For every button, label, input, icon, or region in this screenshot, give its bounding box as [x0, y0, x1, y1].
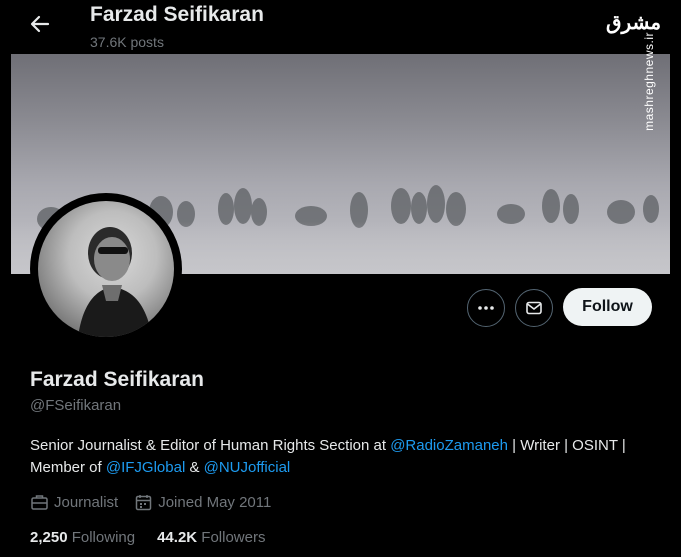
following-link[interactable]: 2,250 Following [30, 529, 135, 546]
more-button[interactable] [467, 289, 505, 327]
follow-stats: 2,250 Following 44.2K Followers [30, 529, 287, 546]
posts-count: 37.6K posts [90, 34, 164, 50]
followers-link[interactable]: 44.2K Followers [157, 529, 265, 546]
follow-button[interactable]: Follow [563, 288, 652, 326]
watermark: مشرق mashreghnews.ir [606, 10, 666, 131]
watermark-logo: مشرق [606, 10, 662, 34]
bio-text: & [185, 459, 204, 476]
display-name: Farzad Seifikaran [30, 368, 204, 391]
profile-meta: Journalist Joined May 2011 [30, 493, 287, 512]
watermark-url: mashreghnews.ir [642, 32, 656, 131]
avatar[interactable] [30, 193, 182, 345]
user-handle: @FSeifikaran [30, 397, 122, 414]
back-button[interactable] [26, 10, 54, 38]
bio-text: Senior Journalist & Editor of Human Righ… [30, 437, 391, 454]
profession-label: Journalist [54, 494, 119, 511]
profile-header: Farzad Seifikaran 37.6K posts [0, 0, 681, 54]
mention-radiozamaneh[interactable]: @RadioZamaneh [390, 437, 508, 454]
mention-nujofficial[interactable]: @NUJofficial [204, 459, 291, 476]
following-label: Following [71, 529, 136, 546]
back-arrow-icon [30, 15, 50, 33]
join-date-label: Joined May 2011 [158, 494, 272, 511]
mail-icon [526, 301, 542, 315]
followers-count: 44.2K [157, 529, 198, 546]
more-icon [478, 306, 494, 310]
calendar-icon [135, 495, 152, 511]
following-count: 2,250 [30, 529, 68, 546]
profession: Journalist [30, 493, 118, 512]
header-title: Farzad Seifikaran [90, 3, 264, 26]
avatar-photo [38, 201, 174, 337]
mention-ifjglobal[interactable]: @IFJGlobal [106, 459, 185, 476]
briefcase-icon [31, 495, 48, 510]
bio: Senior Journalist & Editor of Human Righ… [30, 435, 650, 479]
followers-label: Followers [201, 529, 266, 546]
join-date: Joined May 2011 [134, 493, 271, 512]
message-button[interactable] [515, 289, 553, 327]
